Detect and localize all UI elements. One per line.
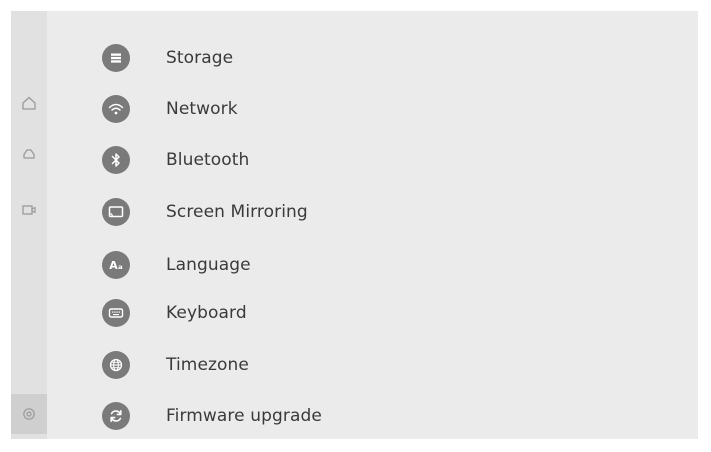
menu-item-timezone[interactable]: Timezone bbox=[102, 345, 622, 385]
settings-icon bbox=[23, 408, 35, 420]
rail-video-button[interactable] bbox=[11, 195, 47, 225]
menu-label-storage: Storage bbox=[166, 48, 234, 68]
menu-item-bluetooth[interactable]: Bluetooth bbox=[102, 140, 622, 180]
menu-label-screen-mirroring: Screen Mirroring bbox=[166, 202, 308, 222]
eject-icon bbox=[23, 149, 35, 159]
globe-icon bbox=[102, 351, 130, 379]
rail-eject-button[interactable] bbox=[11, 139, 47, 169]
bluetooth-icon bbox=[102, 146, 130, 174]
menu-label-keyboard: Keyboard bbox=[166, 303, 247, 323]
menu-item-firmware-upgrade[interactable]: Firmware upgrade bbox=[102, 396, 622, 436]
rail-settings-button[interactable] bbox=[11, 394, 47, 434]
menu-item-storage[interactable]: Storage bbox=[102, 38, 622, 78]
menu-label-firmware-upgrade: Firmware upgrade bbox=[166, 406, 322, 426]
video-icon bbox=[22, 205, 36, 215]
menu-label-language: Language bbox=[166, 255, 251, 275]
keyboard-icon bbox=[102, 299, 130, 327]
home-icon bbox=[22, 96, 36, 110]
menu-label-timezone: Timezone bbox=[166, 355, 249, 375]
refresh-icon bbox=[102, 402, 130, 430]
settings-screen: Storage Network Bluetooth Screen Mirrori… bbox=[11, 11, 698, 439]
menu-item-network[interactable]: Network bbox=[102, 89, 622, 129]
wifi-icon bbox=[102, 95, 130, 123]
language-icon: Aₐ bbox=[102, 251, 130, 279]
menu-item-keyboard[interactable]: Keyboard bbox=[102, 293, 622, 333]
menu-label-network: Network bbox=[166, 99, 238, 119]
menu-item-screen-mirroring[interactable]: Screen Mirroring bbox=[102, 192, 622, 232]
side-rail bbox=[11, 11, 47, 439]
storage-icon bbox=[102, 44, 130, 72]
menu-item-language[interactable]: Aₐ Language bbox=[102, 245, 622, 285]
screen-mirroring-icon bbox=[102, 198, 130, 226]
rail-home-button[interactable] bbox=[11, 88, 47, 118]
menu-label-bluetooth: Bluetooth bbox=[166, 150, 250, 170]
